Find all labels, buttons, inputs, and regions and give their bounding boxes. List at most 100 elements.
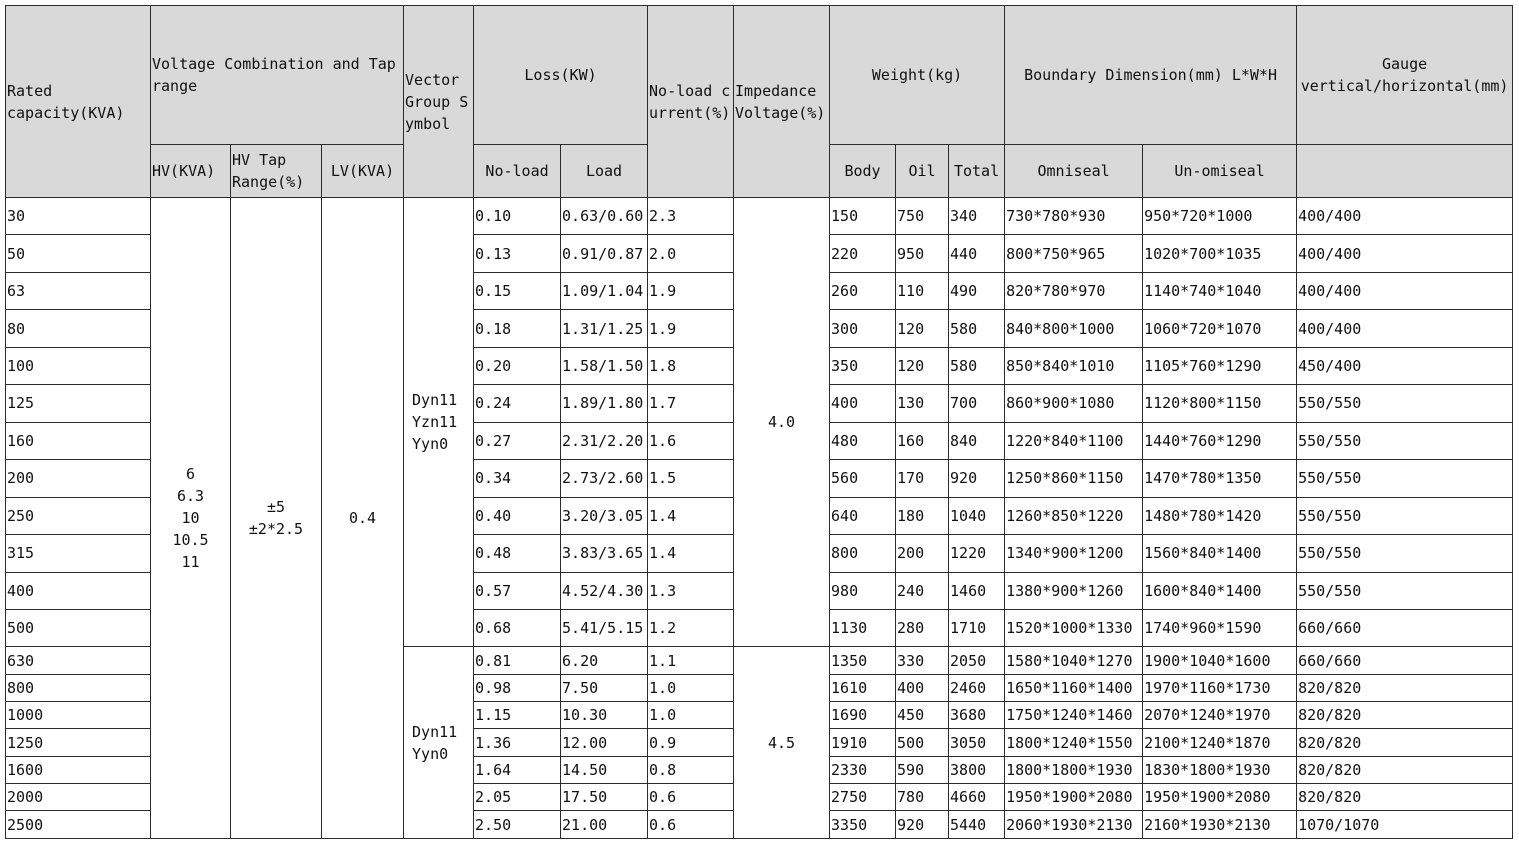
cell-no-load-current: 1.4 [647,534,735,573]
cell-loss-load: 10.30 [560,701,649,730]
cell-un-omiseal: 1600*840*1400 [1142,571,1298,610]
cell-weight-body: 1610 [829,673,897,703]
cell-weight-oil: 160 [895,421,950,461]
cell-no-load-current: 1.1 [647,646,735,675]
cell-capacity: 1250 [5,728,151,757]
cell-capacity: 2000 [5,783,151,812]
cell-omniseal: 1800*1240*1550 [1004,728,1144,757]
cell-loss-no-load: 0.13 [473,234,562,273]
cell-vector-group-1: Dyn11 Yzn11 Yyn0 [403,196,475,648]
cell-un-omiseal: 1970*1160*1730 [1142,673,1298,703]
cell-weight-body: 640 [829,496,897,536]
cell-omniseal: 1520*1000*1330 [1004,608,1144,648]
cell-gauge: 550/550 [1296,384,1514,423]
header-total: Total [948,144,1006,198]
cell-hv-values-line: 10 [181,509,200,527]
cell-loss-load: 12.00 [560,728,649,757]
cell-hv-tap-values-line: ±2*2.5 [248,520,304,538]
cell-weight-total: 440 [948,234,1006,273]
cell-gauge: 400/400 [1296,309,1514,348]
cell-loss-no-load: 0.18 [473,309,562,348]
table-body: 30 6 6.3 10 10.5 11 ±5 ±2*2.5 0.4 Dyn11 Yzn11 Yyn0 0… [5,196,1514,839]
cell-capacity: 125 [5,384,151,423]
cell-loss-no-load: 0.81 [473,646,562,675]
cell-weight-total: 5440 [948,810,1006,839]
table-header: Rated capacity(KVA) Voltage Combination … [5,5,1514,198]
cell-omniseal: 860*900*1080 [1004,384,1144,423]
header-row-top: Rated capacity(KVA) Voltage Combination … [5,5,1514,198]
header-omniseal: Omniseal [1004,144,1144,198]
cell-weight-total: 840 [948,421,1006,461]
header-hv-tap-range: HV Tap Range(%) [230,144,322,198]
cell-lv-value: 0.4 [320,197,405,839]
cell-no-load-current: 1.8 [647,346,735,386]
cell-omniseal: 800*750*965 [1004,234,1144,273]
cell-gauge: 820/820 [1296,783,1514,812]
cell-weight-total: 700 [948,384,1006,423]
header-loss-load: Load [560,144,649,198]
cell-weight-total: 580 [948,346,1006,386]
cell-gauge: 820/820 [1296,673,1514,703]
cell-omniseal: 1260*850*1220 [1004,496,1144,536]
cell-no-load-current: 1.4 [647,496,735,536]
cell-loss-load: 7.50 [560,673,649,703]
cell-un-omiseal: 1900*1040*1600 [1142,646,1298,675]
cell-un-omiseal: 2070*1240*1970 [1142,701,1298,730]
cell-no-load-current: 0.9 [647,728,735,757]
cell-un-omiseal: 1060*720*1070 [1142,309,1298,348]
cell-weight-oil: 750 [895,196,950,236]
cell-gauge: 820/820 [1296,701,1514,730]
cell-loss-load: 3.20/3.05 [560,496,649,536]
cell-gauge: 450/400 [1296,346,1514,386]
cell-vector-group-1-line: Dyn11 [412,391,458,410]
cell-capacity: 500 [5,608,151,648]
cell-weight-total: 3680 [948,701,1006,730]
cell-weight-oil: 400 [895,673,950,703]
cell-omniseal: 850*840*1010 [1004,346,1144,386]
cell-gauge: 820/820 [1296,728,1514,757]
cell-weight-body: 260 [829,271,897,311]
cell-capacity: 630 [5,646,151,675]
cell-gauge: 660/660 [1296,646,1514,675]
cell-weight-body: 220 [829,234,897,273]
cell-weight-oil: 920 [895,810,950,839]
cell-gauge: 400/400 [1296,271,1514,311]
cell-loss-load: 2.73/2.60 [560,459,649,498]
cell-loss-load: 0.91/0.87 [560,234,649,273]
header-gauge-sub [1296,144,1514,198]
cell-no-load-current: 0.8 [647,755,735,785]
cell-no-load-current: 0.6 [647,810,735,839]
cell-loss-no-load: 0.24 [473,384,562,423]
cell-capacity: 2500 [5,810,151,839]
cell-weight-total: 2460 [948,673,1006,703]
cell-capacity: 80 [5,309,151,348]
cell-loss-no-load: 1.15 [473,701,562,730]
cell-capacity: 400 [5,571,151,610]
cell-weight-total: 1710 [948,608,1006,648]
cell-no-load-current: 0.6 [647,783,735,812]
cell-hv-tap-values-line: ±5 [266,498,286,516]
cell-gauge: 400/400 [1296,196,1514,236]
cell-un-omiseal: 1105*760*1290 [1142,346,1298,386]
cell-loss-load: 4.52/4.30 [560,571,649,610]
cell-un-omiseal: 950*720*1000 [1142,196,1298,236]
cell-weight-oil: 590 [895,755,950,785]
cell-omniseal: 730*780*930 [1004,196,1144,236]
cell-capacity: 1600 [5,755,151,785]
header-loss: Loss(KW) [473,5,649,145]
cell-capacity: 30 [5,196,151,236]
header-lv: LV(KVA) [320,144,405,198]
cell-no-load-current: 1.9 [647,271,735,311]
cell-weight-body: 1130 [829,608,897,648]
cell-loss-no-load: 0.27 [473,421,562,461]
cell-weight-oil: 130 [895,384,950,423]
cell-weight-oil: 450 [895,701,950,730]
cell-un-omiseal: 1020*700*1035 [1142,234,1298,273]
cell-no-load-current: 1.9 [647,309,735,348]
header-gauge: Gauge vertical/horizontal(mm) [1296,5,1514,145]
cell-capacity: 200 [5,459,151,498]
cell-capacity: 50 [5,234,151,273]
cell-no-load-current: 1.0 [647,673,735,703]
cell-weight-oil: 120 [895,309,950,348]
header-impedance-voltage: Impedance Voltage(%) [733,5,831,198]
